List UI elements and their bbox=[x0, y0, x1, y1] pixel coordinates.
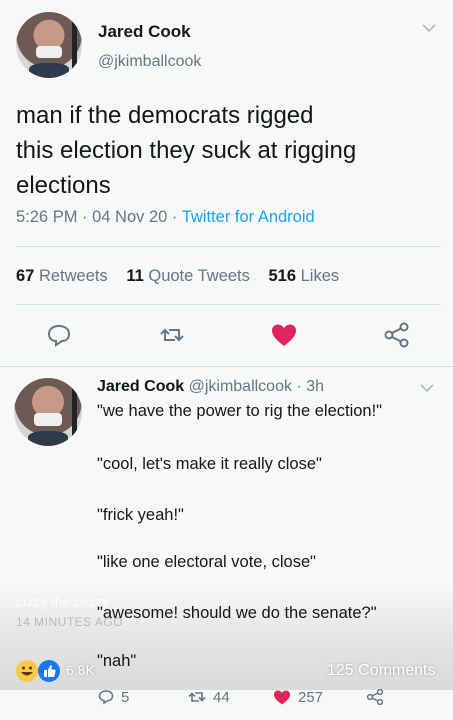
like-count: 257 bbox=[298, 688, 324, 706]
tweet-time: 5:26 PM bbox=[16, 208, 78, 226]
reply-author-avatar[interactable] bbox=[14, 378, 82, 446]
chevron-down-icon[interactable] bbox=[422, 20, 436, 36]
comments-link[interactable]: 125 Comments bbox=[327, 662, 436, 680]
divider bbox=[0, 366, 453, 367]
reaction-count[interactable]: 6.8K bbox=[66, 662, 95, 678]
reply-header: Jared Cook @jkimballcook · 3h bbox=[97, 378, 324, 396]
share-icon[interactable] bbox=[382, 320, 412, 350]
reply-age: · 3h bbox=[291, 378, 324, 395]
tweet-client-link[interactable]: Twitter for Android bbox=[182, 208, 315, 226]
retweet-icon[interactable] bbox=[157, 320, 187, 350]
tweet-card: Jared Cook @jkimballcook man if the demo… bbox=[0, 0, 453, 720]
heart-icon[interactable] bbox=[269, 320, 299, 350]
divider bbox=[16, 246, 441, 247]
laugh-reaction-icon[interactable] bbox=[16, 660, 38, 682]
tweet-text-line: man if the democrats rigged bbox=[16, 102, 314, 129]
posted-ago: 14 MINUTES AGO bbox=[16, 615, 124, 629]
heart-icon bbox=[274, 690, 290, 705]
reply-like-button[interactable]: 257 bbox=[272, 688, 323, 706]
reply-text-line: "like one electoral vote, close" bbox=[97, 553, 316, 571]
reply-author-handle[interactable]: @jkimballcook bbox=[189, 378, 292, 395]
tweet-actions bbox=[0, 320, 453, 350]
reply-retweet-button[interactable]: 44 bbox=[187, 688, 230, 706]
tweet-meta: 5:26 PM · 04 Nov 20 · Twitter for Androi… bbox=[16, 208, 315, 226]
tweet-stats: 67 Retweets 11 Quote Tweets 516 Likes bbox=[16, 267, 339, 286]
author-name[interactable]: Jared Cook bbox=[98, 22, 191, 42]
reply-icon bbox=[98, 690, 114, 705]
chevron-down-icon[interactable] bbox=[420, 380, 434, 396]
author-handle[interactable]: @jkimballcook bbox=[98, 53, 201, 71]
reply-count: 5 bbox=[121, 688, 130, 706]
retweet-count: 44 bbox=[213, 688, 230, 706]
reply-text-line: "nah" bbox=[97, 652, 137, 670]
reply-text-line: "we have the power to rig the election!" bbox=[97, 402, 383, 420]
reply-text-line: "frick yeah!" bbox=[97, 506, 184, 524]
reply-text-line: "cool, let's make it really close" bbox=[97, 455, 322, 473]
author-avatar[interactable] bbox=[16, 12, 82, 78]
quote-tweets-stat[interactable]: 11 Quote Tweets bbox=[126, 267, 250, 285]
reply-actions: 5 44 257 bbox=[0, 688, 453, 710]
tweet-text: man if the democrats rigged this electio… bbox=[16, 98, 441, 203]
reply-reply-button[interactable]: 5 bbox=[97, 688, 129, 706]
tweet-text-line: elections bbox=[16, 172, 111, 199]
reply-author-name[interactable]: Jared Cook bbox=[97, 378, 184, 395]
retweets-stat[interactable]: 67 Retweets bbox=[16, 267, 108, 285]
reply-text-line: "awesome! should we do the senate?" bbox=[97, 604, 377, 622]
retweet-icon bbox=[188, 692, 206, 702]
reply-share-button[interactable] bbox=[365, 688, 385, 706]
likes-stat[interactable]: 516 Likes bbox=[268, 267, 339, 285]
like-reaction-icon[interactable] bbox=[38, 660, 60, 682]
reply-icon[interactable] bbox=[44, 320, 74, 350]
tweet-text-line: this election they suck at rigging bbox=[16, 137, 357, 164]
share-icon bbox=[366, 688, 384, 706]
tweet-date: 04 Nov 20 bbox=[92, 208, 168, 226]
divider bbox=[16, 304, 441, 305]
poster-name[interactable]: Lizzy the Lezzy bbox=[16, 594, 109, 609]
